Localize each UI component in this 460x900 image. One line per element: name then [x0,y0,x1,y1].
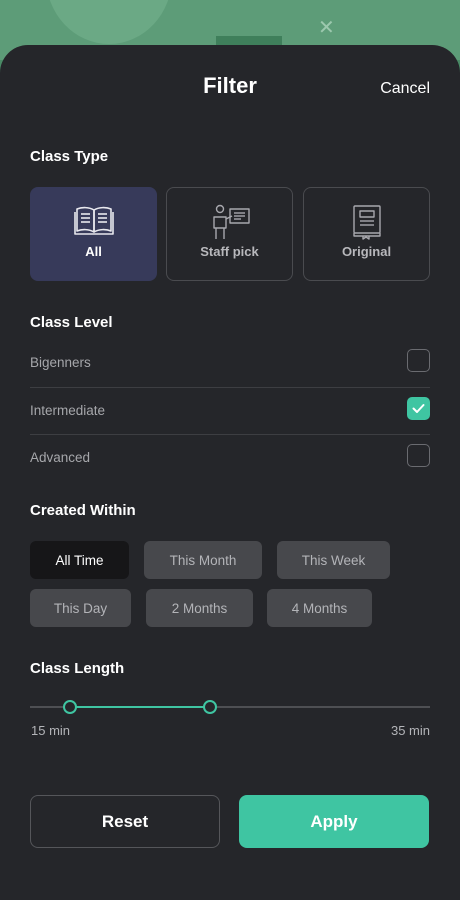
divider [30,434,430,435]
class-type-label: Original [341,244,392,259]
chip-this-month[interactable]: This Month [144,541,262,579]
beginners-checkbox[interactable] [407,349,430,372]
filter-sheet: Filter Cancel Class Type All Staff pick … [0,45,460,900]
class-type-title: Class Type [30,148,109,165]
class-length-title: Class Length [30,660,125,677]
length-slider-range [70,706,210,708]
class-type-label: Staff pick [200,244,259,259]
length-min-label: 15 min [31,723,71,738]
intermediate-checkbox[interactable] [407,397,430,420]
class-level-title: Class Level [30,314,113,331]
created-within-title: Created Within [30,502,136,519]
level-row-advanced[interactable]: Advanced [30,444,430,498]
background-close-icon: ✕ [318,17,335,39]
class-type-staff-pick[interactable]: Staff pick [166,187,293,281]
open-book-icon [73,206,114,235]
level-row-beginners[interactable]: Bigenners [30,349,430,403]
divider [30,387,430,388]
class-type-label: All [85,244,102,259]
length-slider-min-handle[interactable] [63,700,77,714]
level-label: Bigenners [30,355,91,370]
length-slider-max-handle[interactable] [203,700,217,714]
background-circle [46,0,172,44]
chip-all-time[interactable]: All Time [30,541,129,579]
chip-this-day[interactable]: This Day [30,589,131,627]
length-max-label: 35 min [390,723,430,738]
checkmark-icon [412,404,425,413]
cancel-button[interactable]: Cancel [380,80,430,98]
apply-button[interactable]: Apply [239,795,429,848]
level-row-intermediate[interactable]: Intermediate [30,397,430,451]
level-label: Advanced [30,450,91,465]
reset-button[interactable]: Reset [30,795,220,848]
chip-this-week[interactable]: This Week [277,541,390,579]
class-type-all[interactable]: All [30,187,157,281]
class-type-original[interactable]: Original [303,187,430,281]
closed-book-icon [352,205,381,240]
chip-2-months[interactable]: 2 Months [146,589,253,627]
level-label: Intermediate [30,403,106,418]
presenter-board-icon [212,204,250,239]
chip-4-months[interactable]: 4 Months [267,589,372,627]
advanced-checkbox[interactable] [407,444,430,467]
